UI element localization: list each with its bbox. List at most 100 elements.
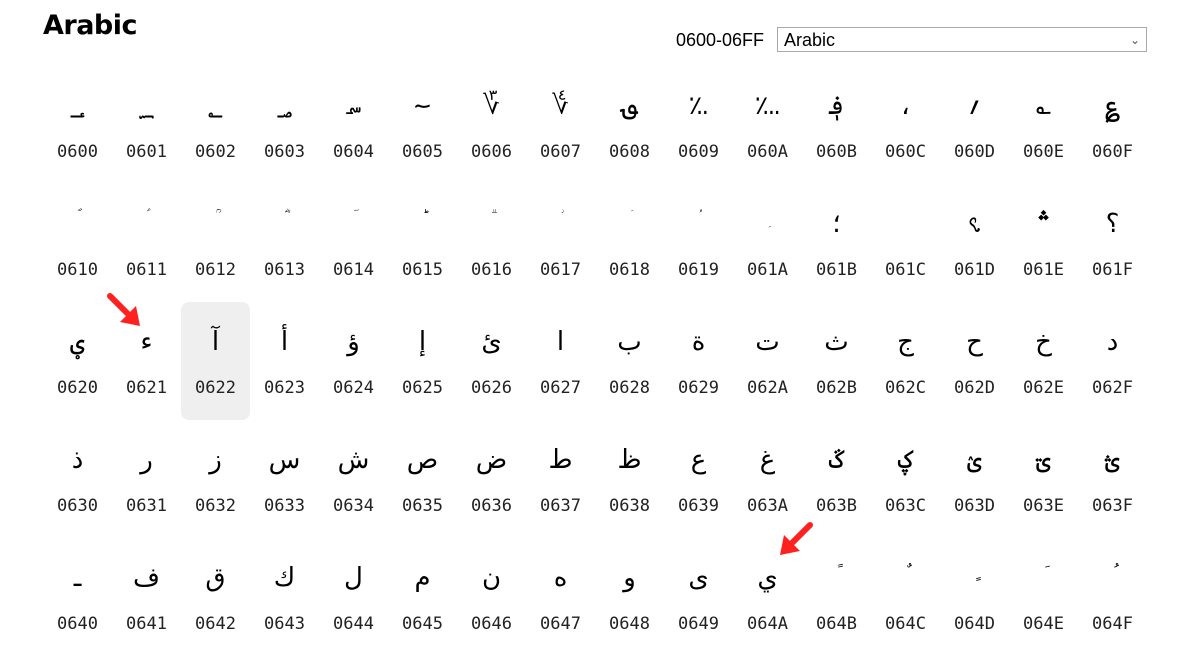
character-cell-0607[interactable]: ؇ 0607 (526, 66, 595, 184)
character-cell-0627[interactable]: ا 0627 (526, 302, 595, 420)
character-cell-0638[interactable]: ظ 0638 (595, 420, 664, 538)
character-cell-0600[interactable]: ؀ 0600 (43, 66, 112, 184)
character-cell-061E[interactable]: ؞ 061E (1009, 184, 1078, 302)
character-cell-0643[interactable]: ك 0643 (250, 538, 319, 656)
character-cell-0630[interactable]: ذ 0630 (43, 420, 112, 538)
character-cell-0604[interactable]: ؄ 0604 (319, 66, 388, 184)
character-code: 060C (885, 142, 926, 162)
character-cell-0649[interactable]: ى 0649 (664, 538, 733, 656)
character-code: 0619 (678, 260, 719, 280)
character-glyph: ؄ (345, 91, 362, 121)
character-code: 0615 (402, 260, 443, 280)
character-code: 061E (1023, 260, 1064, 280)
character-cell-061D[interactable]: ؝ 061D (940, 184, 1009, 302)
character-cell-0623[interactable]: أ 0623 (250, 302, 319, 420)
character-cell-0609[interactable]: ؉ 0609 (664, 66, 733, 184)
character-cell-0606[interactable]: ؆ 0606 (457, 66, 526, 184)
character-code: 0605 (402, 142, 443, 162)
character-cell-062B[interactable]: ث 062B (802, 302, 871, 420)
character-cell-0608[interactable]: ؈ 0608 (595, 66, 664, 184)
character-code: 063F (1092, 496, 1133, 516)
character-cell-0637[interactable]: ط 0637 (526, 420, 595, 538)
character-cell-061B[interactable]: ؛ 061B (802, 184, 871, 302)
character-cell-062E[interactable]: خ 062E (1009, 302, 1078, 420)
character-cell-0648[interactable]: و 0648 (595, 538, 664, 656)
character-cell-060B[interactable]: ؋ 060B (802, 66, 871, 184)
character-cell-0602[interactable]: ؂ 0602 (181, 66, 250, 184)
character-cell-0646[interactable]: ن 0646 (457, 538, 526, 656)
character-cell-0610[interactable]: ؐ 0610 (43, 184, 112, 302)
character-cell-0619[interactable]: ؙ 0619 (664, 184, 733, 302)
character-cell-0614[interactable]: ؔ 0614 (319, 184, 388, 302)
character-cell-0615[interactable]: ؕ 0615 (388, 184, 457, 302)
character-cell-0631[interactable]: ر 0631 (112, 420, 181, 538)
character-cell-062C[interactable]: ج 062C (871, 302, 940, 420)
character-cell-061C[interactable]: 061C (871, 184, 940, 302)
character-code: 063E (1023, 496, 1064, 516)
block-select[interactable]: Arabic ⌄ (777, 27, 1147, 52)
character-cell-064E[interactable]: َ 064E (1009, 538, 1078, 656)
character-code: 0614 (333, 260, 374, 280)
character-cell-062D[interactable]: ح 062D (940, 302, 1009, 420)
character-glyph: ئ (481, 327, 502, 357)
character-glyph: ة (691, 327, 706, 357)
character-cell-0647[interactable]: ه 0647 (526, 538, 595, 656)
character-cell-0629[interactable]: ة 0629 (664, 302, 733, 420)
character-code: 063B (816, 496, 857, 516)
character-cell-0628[interactable]: ب 0628 (595, 302, 664, 420)
character-cell-0634[interactable]: ش 0634 (319, 420, 388, 538)
character-glyph: ؊ (754, 91, 781, 121)
character-cell-060A[interactable]: ؊ 060A (733, 66, 802, 184)
character-cell-0640[interactable]: ـ 0640 (43, 538, 112, 656)
character-cell-062A[interactable]: ت 062A (733, 302, 802, 420)
character-code: 0624 (333, 378, 374, 398)
character-cell-0633[interactable]: س 0633 (250, 420, 319, 538)
character-cell-0605[interactable]: ؅ 0605 (388, 66, 457, 184)
character-cell-061F[interactable]: ؟ 061F (1078, 184, 1147, 302)
character-cell-0625[interactable]: إ 0625 (388, 302, 457, 420)
character-cell-0644[interactable]: ل 0644 (319, 538, 388, 656)
character-cell-0616[interactable]: ؖ 0616 (457, 184, 526, 302)
character-glyph: ؃ (276, 91, 293, 121)
character-cell-063F[interactable]: ؿ 063F (1078, 420, 1147, 538)
character-cell-063E[interactable]: ؾ 063E (1009, 420, 1078, 538)
character-cell-064C[interactable]: ٌ 064C (871, 538, 940, 656)
character-code: 062E (1023, 378, 1064, 398)
character-cell-0626[interactable]: ئ 0626 (457, 302, 526, 420)
character-cell-060C[interactable]: ، 060C (871, 66, 940, 184)
character-cell-063D[interactable]: ؽ 063D (940, 420, 1009, 538)
character-cell-063C[interactable]: ؼ 063C (871, 420, 940, 538)
character-glyph: ؓ (250, 196, 319, 240)
character-cell-060E[interactable]: ؎ 060E (1009, 66, 1078, 184)
character-cell-0639[interactable]: ع 0639 (664, 420, 733, 538)
character-cell-061A[interactable]: ؚ 061A (733, 184, 802, 302)
character-cell-0622[interactable]: آ 0622 (181, 302, 250, 420)
character-cell-062F[interactable]: د 062F (1078, 302, 1147, 420)
character-code: 0601 (126, 142, 167, 162)
character-cell-0617[interactable]: ؗ 0617 (526, 184, 595, 302)
character-cell-0636[interactable]: ض 0636 (457, 420, 526, 538)
character-cell-064F[interactable]: ُ 064F (1078, 538, 1147, 656)
character-cell-060D[interactable]: ؍ 060D (940, 66, 1009, 184)
character-code: 062F (1092, 378, 1133, 398)
character-cell-0612[interactable]: ؒ 0612 (181, 184, 250, 302)
character-cell-0642[interactable]: ق 0642 (181, 538, 250, 656)
character-cell-0641[interactable]: ف 0641 (112, 538, 181, 656)
character-cell-0645[interactable]: م 0645 (388, 538, 457, 656)
character-cell-0632[interactable]: ز 0632 (181, 420, 250, 538)
character-cell-0613[interactable]: ؓ 0613 (250, 184, 319, 302)
character-code: 064F (1092, 614, 1133, 634)
character-cell-0624[interactable]: ؤ 0624 (319, 302, 388, 420)
character-cell-0635[interactable]: ص 0635 (388, 420, 457, 538)
character-code: 0633 (264, 496, 305, 516)
character-cell-0620[interactable]: ؠ 0620 (43, 302, 112, 420)
character-glyph: ؆ (483, 91, 500, 121)
character-cell-064D[interactable]: ٍ 064D (940, 538, 1009, 656)
character-cell-0611[interactable]: ؑ 0611 (112, 184, 181, 302)
character-cell-0618[interactable]: ؘ 0618 (595, 184, 664, 302)
character-cell-0603[interactable]: ؃ 0603 (250, 66, 319, 184)
character-cell-0601[interactable]: ؁ 0601 (112, 66, 181, 184)
character-code: 062A (747, 378, 788, 398)
character-cell-060F[interactable]: ؏ 060F (1078, 66, 1147, 184)
character-glyph: ه (553, 563, 568, 593)
